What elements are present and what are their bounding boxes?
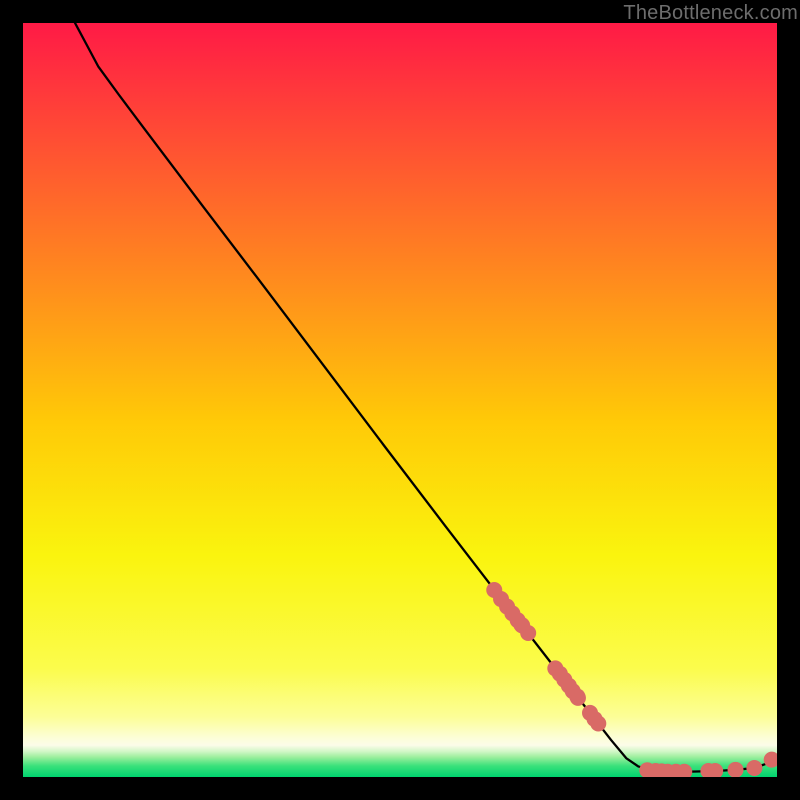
data-point [570,690,586,706]
data-point [590,715,606,731]
attribution-label: TheBottleneck.com [623,2,798,25]
data-point [746,760,762,776]
data-points [23,23,777,777]
chart-stage: TheBottleneck.com [0,0,800,800]
data-point [520,625,536,641]
data-point [764,752,777,768]
data-point [728,762,744,777]
plot-area [23,23,777,777]
